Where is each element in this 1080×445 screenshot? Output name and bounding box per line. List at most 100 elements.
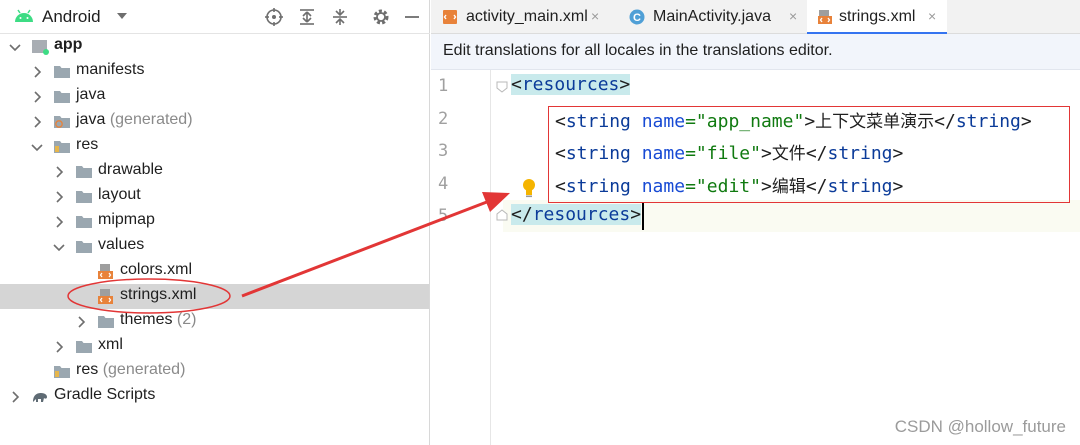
tree-item-label: layout: [98, 186, 141, 203]
generated-folder-icon: [53, 113, 71, 130]
tree-item-label: colors.xml: [120, 261, 193, 278]
text-caret: [642, 203, 644, 230]
tree-item-label: xml: [98, 336, 123, 353]
tree-item-suffix: (2): [176, 311, 197, 328]
tab-strings-xml[interactable]: strings.xml ×: [807, 0, 947, 35]
chevron-right-icon[interactable]: [31, 90, 43, 103]
folder-icon: [53, 63, 71, 80]
chevron-down-icon[interactable]: [53, 240, 65, 252]
close-icon[interactable]: ×: [928, 8, 936, 24]
tree-item-label: strings.xml: [120, 286, 197, 303]
tree-item-gradle-scripts[interactable]: Gradle Scripts: [0, 384, 429, 409]
tree-item-res[interactable]: res (generated): [0, 359, 429, 384]
watermark: CSDN @hollow_future: [894, 417, 1066, 436]
translations-notice: Edit translations for all locales in the…: [431, 34, 1080, 70]
expand-all-icon[interactable]: [297, 7, 317, 27]
tree-item-themes[interactable]: themes (2): [0, 309, 429, 334]
chevron-down-icon[interactable]: [116, 10, 128, 22]
fold-close-icon[interactable]: [495, 208, 509, 222]
chevron-right-icon[interactable]: [53, 165, 65, 178]
tree-item-manifests[interactable]: manifests: [0, 59, 429, 84]
tree-item-xml[interactable]: xml: [0, 334, 429, 359]
folder-icon: [75, 238, 93, 255]
tab-activity-main[interactable]: activity_main.xml ×: [431, 0, 609, 34]
tab-label: strings.xml: [839, 8, 916, 25]
gradle-icon: [31, 388, 49, 405]
tree-item-label: mipmap: [98, 211, 155, 228]
tree-item-label: java (generated): [76, 111, 193, 128]
tree-item-label: Gradle Scripts: [54, 386, 156, 403]
tree-item-app[interactable]: app: [0, 34, 429, 59]
project-view-selector[interactable]: Android: [42, 7, 101, 27]
gear-icon[interactable]: [371, 7, 391, 27]
chevron-right-icon[interactable]: [31, 65, 43, 78]
code-line-5[interactable]: </resources>: [511, 204, 642, 225]
resource-folder-icon: [53, 363, 71, 380]
chevron-down-icon[interactable]: [31, 140, 43, 152]
editor: activity_main.xml × C MainActivity.java …: [431, 0, 1080, 445]
chevron-right-icon[interactable]: [53, 190, 65, 203]
tree-item-java[interactable]: java: [0, 84, 429, 109]
tab-label: MainActivity.java: [653, 8, 771, 25]
tree-item-label: manifests: [76, 61, 145, 78]
folder-icon: [53, 88, 71, 105]
tree-item-label: values: [98, 236, 145, 253]
tree-item-mipmap[interactable]: mipmap: [0, 209, 429, 234]
tree-item-label: res (generated): [76, 361, 186, 378]
tree-item-suffix: (generated): [109, 111, 193, 128]
project-panel-toolbar: Android: [0, 0, 430, 34]
xml-file-icon: [97, 263, 115, 280]
line-number: 5: [438, 206, 449, 226]
tree-item-res[interactable]: res: [0, 134, 429, 159]
minimize-icon[interactable]: [402, 7, 422, 27]
fold-guide: [490, 70, 491, 445]
tree-item-drawable[interactable]: drawable: [0, 159, 429, 184]
line-number: 4: [438, 174, 449, 194]
module-icon: [31, 38, 49, 55]
chevron-right-icon[interactable]: [53, 215, 65, 228]
editor-tab-bar: activity_main.xml × C MainActivity.java …: [431, 0, 1080, 35]
close-icon[interactable]: ×: [789, 8, 797, 24]
tree-item-label: res: [76, 136, 99, 153]
tree-item-values[interactable]: values: [0, 234, 429, 259]
folder-icon: [75, 338, 93, 355]
code-line-1[interactable]: <resources>: [511, 74, 631, 95]
fold-open-icon[interactable]: [495, 80, 509, 94]
close-icon[interactable]: ×: [591, 8, 599, 24]
resource-folder-icon: [53, 138, 71, 155]
folder-icon: [75, 163, 93, 180]
annotation-box: [548, 106, 1070, 203]
tree-item-strings-xml[interactable]: strings.xml: [0, 284, 429, 309]
project-panel: Android app manifests java java (generat…: [0, 0, 430, 445]
java-class-icon: C: [629, 9, 645, 25]
xml-tag: resources: [532, 204, 631, 225]
locate-icon[interactable]: [264, 7, 284, 27]
chevron-right-icon[interactable]: [31, 115, 43, 128]
chevron-right-icon[interactable]: [75, 315, 87, 328]
tab-label: activity_main.xml: [466, 8, 588, 25]
tree-item-colors-xml[interactable]: colors.xml: [0, 259, 429, 284]
tree-item-label: java: [76, 86, 106, 103]
tree-item-suffix: (generated): [102, 361, 186, 378]
tab-main-activity[interactable]: C MainActivity.java ×: [619, 0, 805, 34]
layout-xml-icon: [443, 10, 457, 24]
android-icon: [15, 9, 33, 22]
folder-icon: [97, 313, 115, 330]
xml-file-icon: [97, 288, 115, 305]
line-number: 2: [438, 109, 449, 129]
intention-bulb-icon[interactable]: [521, 178, 537, 198]
line-number: 1: [438, 76, 449, 96]
tree-item-label: drawable: [98, 161, 163, 178]
chevron-right-icon[interactable]: [53, 340, 65, 353]
line-gutter: 1 2 3 4 5: [431, 70, 503, 445]
tree-item-label: themes (2): [120, 311, 197, 328]
xml-file-icon: [818, 10, 832, 24]
tree-item-java[interactable]: java (generated): [0, 109, 429, 134]
tree-item-label: app: [54, 36, 83, 53]
tree-item-layout[interactable]: layout: [0, 184, 429, 209]
chevron-down-icon[interactable]: [9, 40, 21, 52]
folder-icon: [75, 188, 93, 205]
notice-text[interactable]: Edit translations for all locales in the…: [443, 42, 833, 60]
collapse-all-icon[interactable]: [330, 7, 350, 27]
chevron-right-icon[interactable]: [9, 390, 21, 403]
